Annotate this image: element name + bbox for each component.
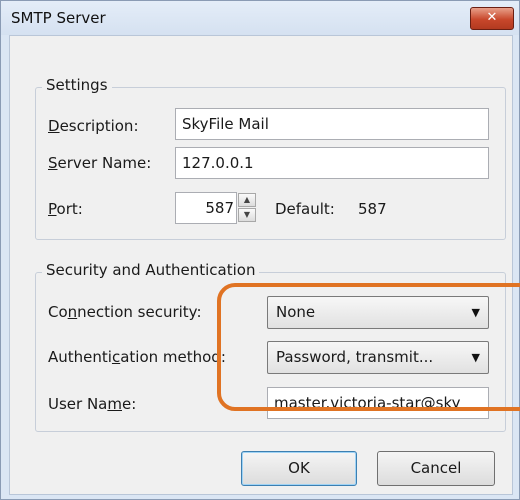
default-port-value: 587 <box>358 200 387 218</box>
chevron-down-icon: ▼ <box>471 306 480 319</box>
username-label: User Name: <box>48 395 137 413</box>
port-field[interactable]: 587 <box>175 192 237 224</box>
port-spinner[interactable]: ▲ ▼ <box>238 193 256 223</box>
settings-legend: Settings <box>42 76 112 94</box>
spin-down-icon[interactable]: ▼ <box>238 208 256 222</box>
description-field[interactable]: SkyFile Mail <box>175 108 489 140</box>
close-button[interactable]: ✕ <box>470 7 514 30</box>
username-field[interactable]: master.victoria-star@sky <box>267 387 489 419</box>
default-port-label: Default: <box>275 200 335 218</box>
auth-method-select[interactable]: Password, transmit... ▼ <box>267 341 489 374</box>
close-icon: ✕ <box>486 10 498 25</box>
connection-security-select[interactable]: None ▼ <box>267 296 489 329</box>
security-legend: Security and Authentication <box>42 261 260 279</box>
port-label: Port: <box>48 200 83 218</box>
connection-security-label: Connection security: <box>48 303 202 321</box>
smtp-server-dialog: SMTP Server ✕ Settings Description: SkyF… <box>0 0 520 500</box>
dialog-body: Settings Description: SkyFile Mail Serve… <box>9 35 513 495</box>
dialog-title: SMTP Server <box>11 9 106 27</box>
connection-security-value: None <box>276 303 316 321</box>
spin-up-icon[interactable]: ▲ <box>238 193 256 207</box>
auth-method-label: Authentication method: <box>48 348 226 366</box>
cancel-button[interactable]: Cancel <box>377 451 495 486</box>
ok-button[interactable]: OK <box>241 451 357 486</box>
description-label: Description: <box>48 117 139 135</box>
chevron-down-icon: ▼ <box>471 351 480 364</box>
server-name-label: Server Name: <box>48 154 152 172</box>
title-bar[interactable]: SMTP Server ✕ <box>1 1 519 35</box>
auth-method-value: Password, transmit... <box>276 348 434 366</box>
server-name-field[interactable]: 127.0.0.1 <box>175 147 489 179</box>
